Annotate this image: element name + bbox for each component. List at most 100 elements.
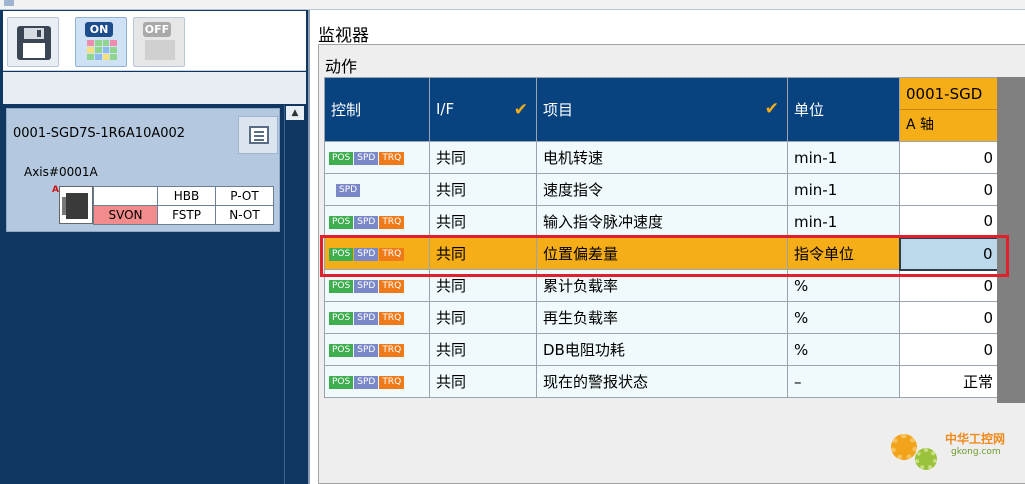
checkmark-icon: ✔ — [513, 99, 528, 120]
cell-unit: min-1 — [787, 173, 900, 206]
table-row[interactable]: POS SPD TRQ 共同 现在的警报状态 – 正常 — [324, 365, 1000, 398]
spd-badge: SPD — [354, 311, 379, 325]
cell-if: 共同 — [429, 141, 537, 174]
header-unit[interactable]: 单位 — [787, 77, 900, 142]
axis-card[interactable]: 0001-SGD7S-1R6A10A002 Axis#0001A A HBB P… — [6, 108, 280, 232]
off-label: OFF — [143, 22, 171, 37]
table-row[interactable]: POS SPD TRQ 共同 输入指令脉冲速度 min-1 0 — [324, 205, 1000, 238]
on-grid-icon — [87, 40, 117, 60]
trq-badge: TRQ — [379, 343, 405, 357]
watermark-logo: 中华工控网 gkong.com — [885, 426, 1015, 476]
control-badges: POS SPD TRQ — [324, 365, 430, 398]
trq-badge: TRQ — [379, 247, 405, 261]
cell-value: 0 — [899, 333, 1000, 366]
cell-if: 共同 — [429, 205, 537, 238]
pos-badge: POS — [329, 311, 354, 325]
on-label: ON — [85, 22, 113, 37]
trq-badge: TRQ — [379, 279, 405, 293]
toolbar: ON OFF — [3, 11, 306, 71]
cell-item: 位置偏差量 — [536, 237, 788, 270]
spd-badge: SPD — [354, 343, 379, 357]
axis-letter: A — [52, 185, 59, 195]
spd-badge: SPD — [336, 183, 361, 197]
cell-unit: min-1 — [787, 141, 900, 174]
cell-item: 现在的警报状态 — [536, 365, 788, 398]
control-badges: POS SPD TRQ — [324, 333, 430, 366]
control-badges: POS SPD TRQ — [324, 269, 430, 302]
cell-if: 共同 — [429, 269, 537, 302]
header-item[interactable]: 项目 ✔ — [536, 77, 788, 142]
table-row[interactable]: POS SPD TRQ 共同 累计负载率% 0 — [324, 269, 1000, 302]
window-icon — [4, 0, 14, 6]
cell-item: DB电阻功耗 — [536, 333, 788, 366]
pos-badge: POS — [329, 343, 354, 357]
cell-unit: % — [787, 333, 900, 366]
trq-badge: TRQ — [379, 375, 405, 389]
spd-badge: SPD — [354, 375, 379, 389]
servo-motor-icon — [59, 186, 93, 224]
watermark-url: gkong.com — [951, 447, 1001, 457]
cell-item: 累计负载率 — [536, 269, 788, 302]
save-button[interactable] — [7, 17, 59, 67]
cell-unit: % — [787, 269, 900, 302]
separator-band — [3, 72, 306, 104]
device-title: 0001-SGD7S-1R6A10A002 — [13, 126, 186, 141]
cell-unit: min-1 — [787, 205, 900, 238]
save-icon — [17, 26, 51, 60]
left-scrollbar[interactable] — [284, 105, 306, 484]
cell-item: 输入指令脉冲速度 — [536, 205, 788, 238]
cell-unit: 指令单位 — [787, 237, 900, 270]
control-badges: POS SPD TRQ — [324, 205, 430, 238]
servo-on-button[interactable]: ON — [75, 17, 127, 67]
cell-if: 共同 — [429, 237, 537, 270]
table-row[interactable]: POS SPD TRQ 共同 位置偏差量 指令单位 0 — [324, 236, 1001, 271]
spd-badge: SPD — [354, 215, 379, 229]
cell-value: 0 — [898, 236, 1001, 271]
control-badges: POS SPD TRQ — [324, 301, 430, 334]
header-axis-id: 0001-SGD — [900, 79, 999, 110]
pos-badge: POS — [329, 247, 354, 261]
cell-if: 共同 — [429, 365, 537, 398]
pos-badge: POS — [329, 215, 354, 229]
section-title: 动作 — [325, 57, 358, 76]
cell-item: 速度指令 — [536, 173, 788, 206]
header-item-label: 项目 — [543, 101, 574, 119]
checkmark-icon: ✔ — [764, 99, 779, 119]
table-row[interactable]: POS SPD TRQ 共同 电机转速 min-1 0 — [324, 141, 1000, 174]
scroll-up-arrow-icon[interactable]: ▲ — [286, 106, 304, 120]
header-axis[interactable]: 0001-SGD A 轴 — [899, 77, 1000, 142]
status-n-ot: N-OT — [215, 205, 274, 225]
pos-badge: POS — [329, 375, 354, 389]
status-p-ot: P-OT — [215, 186, 274, 206]
table-row[interactable]: POS SPD TRQ 共同 再生负载率% 0 — [324, 301, 1000, 334]
cell-value: 0 — [899, 141, 1000, 174]
cell-item: 电机转速 — [536, 141, 788, 174]
spd-badge: SPD — [354, 151, 379, 165]
cell-unit: % — [787, 301, 900, 334]
cell-if: 共同 — [429, 333, 537, 366]
status-svon: SVON — [93, 205, 158, 225]
pos-badge: POS — [329, 279, 354, 293]
cell-value: 0 — [899, 301, 1000, 334]
spd-badge: SPD — [354, 279, 379, 293]
cell-unit: – — [787, 365, 900, 398]
cell-value: 0 — [899, 173, 1000, 206]
table-row[interactable]: SPD 共同 速度指令 min-1 0 — [324, 173, 1000, 206]
header-control[interactable]: 控制 — [324, 77, 430, 142]
status-hbb: HBB — [157, 186, 216, 206]
panel-title: 监视器 — [318, 26, 369, 46]
table-row[interactable]: POS SPD TRQ 共同 DB电阻功耗% 0 — [324, 333, 1000, 366]
cell-item: 再生负载率 — [536, 301, 788, 334]
servo-off-button[interactable]: OFF — [133, 17, 185, 67]
cell-if: 共同 — [429, 301, 537, 334]
trq-badge: TRQ — [379, 215, 405, 229]
header-if[interactable]: I/F ✔ — [429, 77, 537, 142]
cell-value: 0 — [899, 205, 1000, 238]
trq-badge: TRQ — [379, 311, 405, 325]
gear-icon — [891, 434, 917, 460]
axis-status-grid: HBB P-OT SVON FSTP N-OT — [93, 186, 274, 225]
status-fstp: FSTP — [157, 205, 216, 225]
device-detail-icon[interactable] — [238, 116, 278, 154]
watermark-text: 中华工控网 — [945, 432, 1006, 446]
table-scrollbar[interactable] — [997, 77, 1025, 403]
